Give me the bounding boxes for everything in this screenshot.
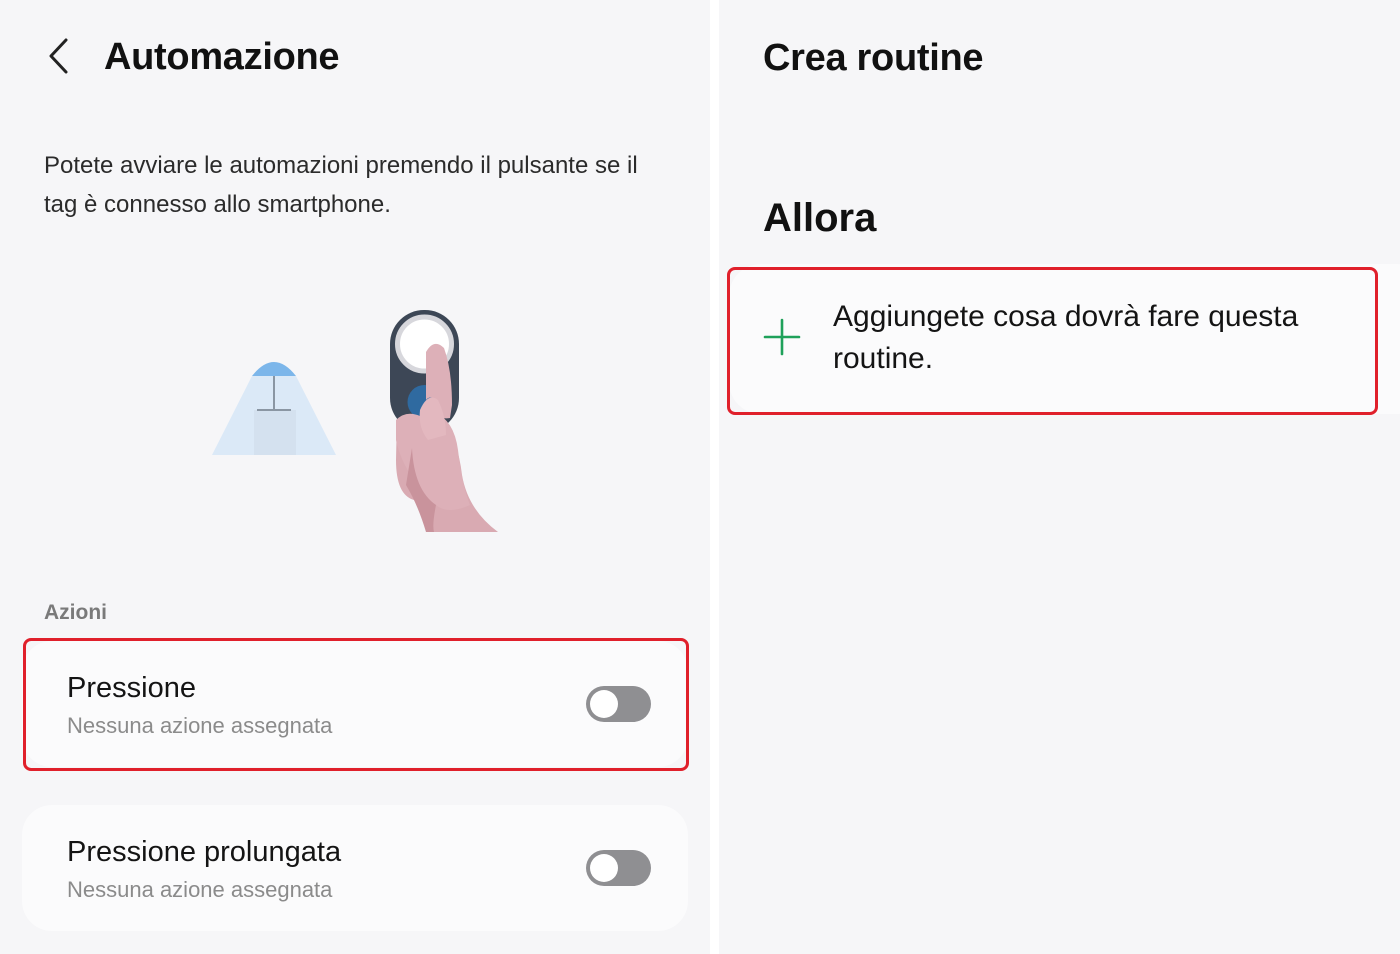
action-title: Pressione prolungata	[67, 836, 342, 868]
action-item-press[interactable]: Pressione Nessuna azione assegnata	[22, 641, 688, 767]
section-heading-then: Allora	[763, 196, 877, 240]
section-label-actions: Azioni	[44, 601, 107, 624]
press-toggle[interactable]	[586, 686, 651, 722]
back-button[interactable]	[36, 34, 80, 78]
action-title: Pressione	[67, 672, 196, 704]
description-text: Potete avviare le automazioni premendo i…	[44, 152, 638, 218]
toggle-knob	[590, 854, 618, 882]
add-action-label: Aggiungete cosa dovrà fare questa routin…	[833, 300, 1299, 375]
page-title: Automazione	[104, 36, 340, 78]
add-routine-action-button[interactable]: Aggiungete cosa dovrà fare questa routin…	[729, 264, 1400, 414]
create-routine-screen: Crea routine Allora Aggiungete cosa dovr…	[719, 0, 1400, 954]
action-subtitle: Nessuna azione assegnata	[67, 713, 333, 738]
toggle-knob	[590, 690, 618, 718]
action-item-long-press[interactable]: Pressione prolungata Nessuna azione asse…	[22, 805, 688, 931]
automation-screen: Automazione Potete avviare le automazion…	[0, 0, 710, 954]
chevron-left-icon	[49, 38, 68, 74]
action-subtitle: Nessuna azione assegnata	[67, 877, 333, 902]
plus-icon	[763, 318, 801, 356]
long-press-toggle[interactable]	[586, 850, 651, 886]
page-title: Crea routine	[763, 37, 984, 79]
lamp-and-tag-illustration	[200, 300, 510, 540]
